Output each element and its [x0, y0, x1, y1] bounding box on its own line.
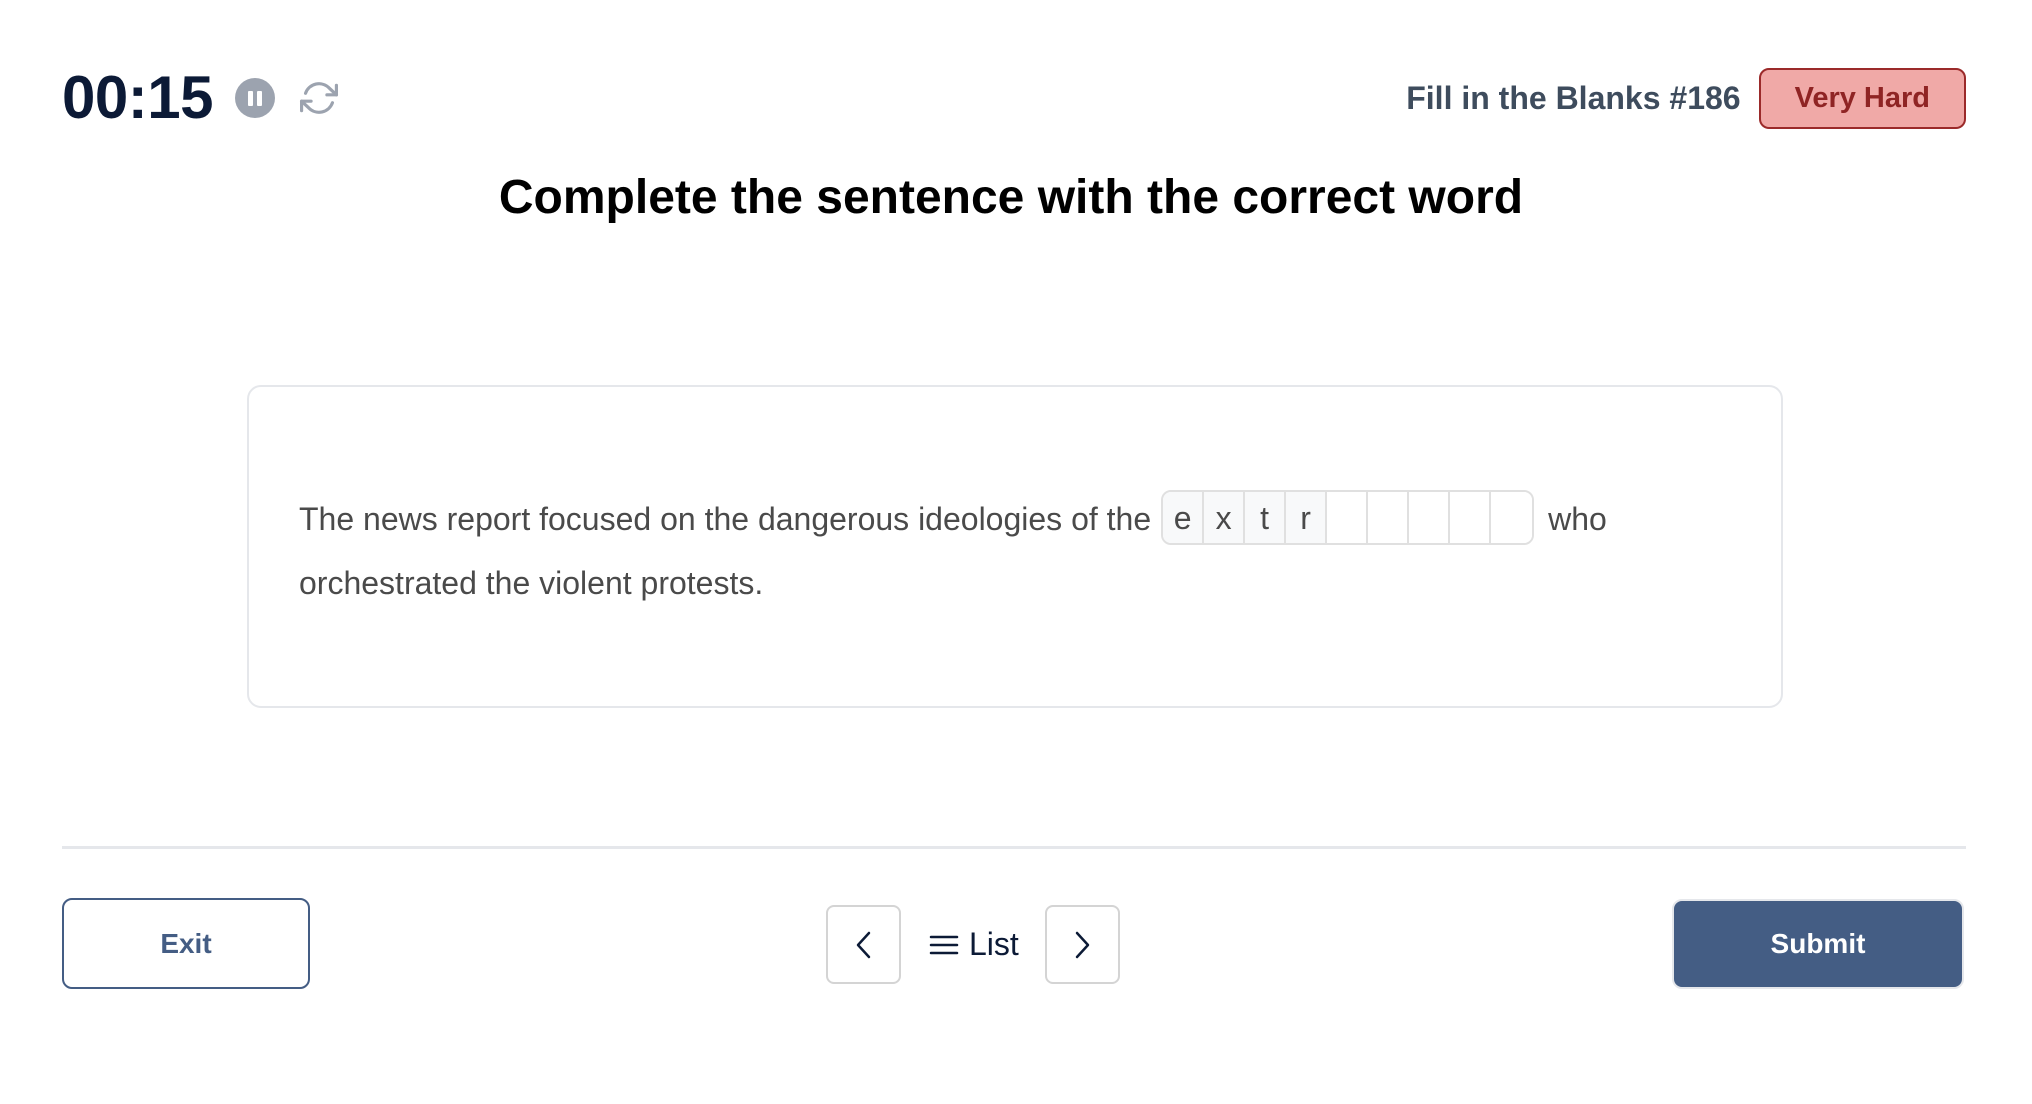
- puzzle-title: Fill in the Blanks #186: [1406, 80, 1741, 116]
- word-blank-input[interactable]: extr: [1161, 490, 1535, 546]
- question-navigation: List: [826, 905, 1120, 984]
- letter-cell[interactable]: r: [1286, 492, 1328, 544]
- list-label: List: [969, 926, 1019, 962]
- sentence-before-blank: The news report focused on the dangerous…: [299, 501, 1152, 537]
- puzzle-page: 00:15 Fill in the Blanks #186 Very Hard …: [0, 0, 2032, 1104]
- refresh-icon: [299, 82, 338, 114]
- chevron-left-icon: [856, 931, 870, 958]
- letter-cell[interactable]: t: [1245, 492, 1287, 544]
- timer-display: 00:15: [62, 64, 213, 131]
- instruction-text: Complete the sentence with the correct w…: [498, 171, 1524, 224]
- question-sentence: The news report focused on the dangerous…: [299, 487, 1719, 615]
- difficulty-badge: Very Hard: [1758, 68, 1966, 129]
- instruction-heading: Complete the sentence with the correct w…: [0, 170, 2032, 225]
- list-button[interactable]: List: [929, 926, 1019, 963]
- timer-group: 00:15: [62, 62, 341, 134]
- letter-cell[interactable]: [1491, 492, 1533, 544]
- previous-button[interactable]: [826, 905, 901, 984]
- letter-cell[interactable]: x: [1204, 492, 1246, 544]
- header-right: Fill in the Blanks #186 Very Hard: [1406, 68, 1966, 129]
- restart-button[interactable]: [297, 76, 341, 120]
- pause-icon: [246, 90, 264, 106]
- next-button[interactable]: [1044, 905, 1120, 984]
- letter-cell[interactable]: [1409, 492, 1451, 544]
- question-card: The news report focused on the dangerous…: [247, 385, 1783, 708]
- letter-cell[interactable]: [1368, 492, 1410, 544]
- submit-button[interactable]: Submit: [1672, 899, 1964, 989]
- menu-icon: [929, 935, 959, 954]
- exit-button[interactable]: Exit: [62, 898, 310, 989]
- letter-cell[interactable]: e: [1163, 492, 1205, 544]
- chevron-right-icon: [1076, 931, 1090, 958]
- letter-cell[interactable]: [1327, 492, 1369, 544]
- letter-cell[interactable]: [1450, 492, 1492, 544]
- footer-divider: [62, 846, 1966, 849]
- pause-button[interactable]: [234, 78, 275, 118]
